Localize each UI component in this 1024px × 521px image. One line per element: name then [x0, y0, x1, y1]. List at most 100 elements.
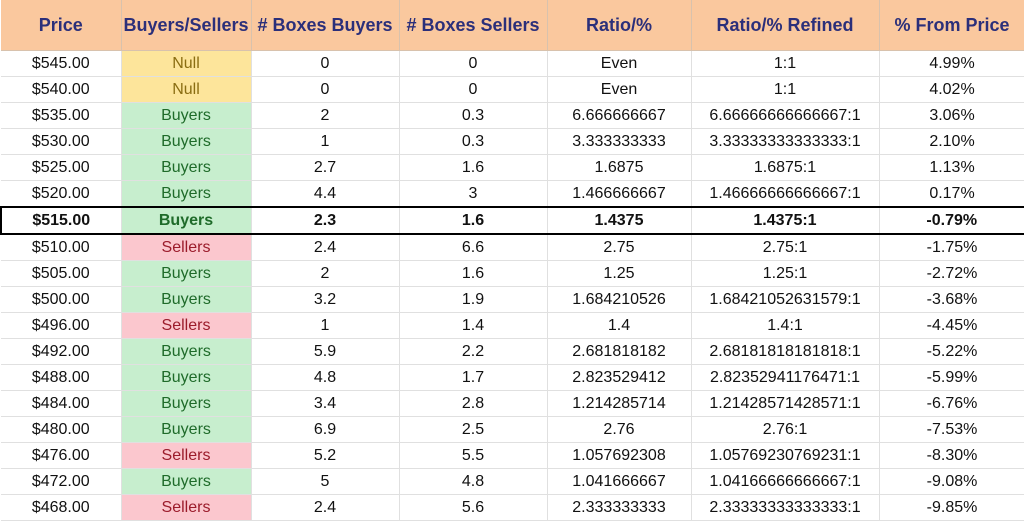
ratio-refined-cell[interactable]: 2.33333333333333:1: [691, 494, 880, 521]
buyers-sellers-cell[interactable]: Buyers: [121, 128, 252, 155]
boxes-sellers-cell[interactable]: 6.6: [399, 234, 548, 261]
buyers-sellers-cell[interactable]: Sellers: [121, 494, 252, 521]
ratio-cell[interactable]: 2.75: [547, 234, 692, 261]
ratio-refined-cell[interactable]: 1:1: [691, 76, 880, 103]
buyers-sellers-cell[interactable]: Buyers: [121, 180, 252, 208]
ratio-refined-cell[interactable]: 2.68181818181818:1: [691, 338, 880, 365]
boxes-sellers-cell[interactable]: 2.8: [399, 390, 548, 417]
buyers-sellers-cell[interactable]: Buyers: [121, 154, 252, 181]
boxes-buyers-cell[interactable]: 1: [251, 128, 400, 155]
from-price-cell[interactable]: 0.17%: [879, 180, 1024, 208]
ratio-cell[interactable]: 1.466666667: [547, 180, 692, 208]
price-cell[interactable]: $480.00: [1, 416, 122, 443]
ratio-cell[interactable]: 1.041666667: [547, 468, 692, 495]
ratio-cell[interactable]: Even: [547, 76, 692, 103]
ratio-cell[interactable]: 1.684210526: [547, 286, 692, 313]
buyers-sellers-cell[interactable]: Buyers: [121, 206, 252, 235]
boxes-buyers-cell[interactable]: 4.4: [251, 180, 400, 208]
boxes-sellers-cell[interactable]: 1.9: [399, 286, 548, 313]
ratio-refined-cell[interactable]: 6.66666666666667:1: [691, 102, 880, 129]
boxes-buyers-cell[interactable]: 0: [251, 76, 400, 103]
price-cell[interactable]: $468.00: [1, 494, 122, 521]
boxes-sellers-cell[interactable]: 0: [399, 76, 548, 103]
from-price-cell[interactable]: 3.06%: [879, 102, 1024, 129]
boxes-buyers-cell[interactable]: 3.4: [251, 390, 400, 417]
boxes-sellers-cell[interactable]: 5.6: [399, 494, 548, 521]
ratio-cell[interactable]: 2.681818182: [547, 338, 692, 365]
buyers-sellers-cell[interactable]: Buyers: [121, 260, 252, 287]
boxes-buyers-cell[interactable]: 4.8: [251, 364, 400, 391]
boxes-buyers-cell[interactable]: 0: [251, 50, 400, 77]
boxes-buyers-cell[interactable]: 2.4: [251, 234, 400, 261]
price-cell[interactable]: $505.00: [1, 260, 122, 287]
buyers-sellers-cell[interactable]: Buyers: [121, 416, 252, 443]
ratio-refined-cell[interactable]: 1.25:1: [691, 260, 880, 287]
price-cell[interactable]: $535.00: [1, 102, 122, 129]
boxes-sellers-cell[interactable]: 0.3: [399, 128, 548, 155]
ratio-cell[interactable]: 1.057692308: [547, 442, 692, 469]
header-buyers-sellers[interactable]: Buyers/Sellers: [121, 0, 252, 51]
ratio-cell[interactable]: 1.4: [547, 312, 692, 339]
from-price-cell[interactable]: 4.02%: [879, 76, 1024, 103]
buyers-sellers-cell[interactable]: Sellers: [121, 234, 252, 261]
price-cell[interactable]: $545.00: [1, 50, 122, 77]
ratio-cell[interactable]: Even: [547, 50, 692, 77]
boxes-sellers-cell[interactable]: 5.5: [399, 442, 548, 469]
header-price[interactable]: Price: [1, 0, 122, 51]
ratio-cell[interactable]: 2.76: [547, 416, 692, 443]
from-price-cell[interactable]: -4.45%: [879, 312, 1024, 339]
from-price-cell[interactable]: -9.08%: [879, 468, 1024, 495]
ratio-refined-cell[interactable]: 3.33333333333333:1: [691, 128, 880, 155]
price-cell[interactable]: $540.00: [1, 76, 122, 103]
header-boxes-buyers[interactable]: # Boxes Buyers: [251, 0, 400, 51]
ratio-refined-cell[interactable]: 1.05769230769231:1: [691, 442, 880, 469]
price-cell[interactable]: $500.00: [1, 286, 122, 313]
boxes-buyers-cell[interactable]: 1: [251, 312, 400, 339]
boxes-sellers-cell[interactable]: 1.7: [399, 364, 548, 391]
boxes-sellers-cell[interactable]: 1.6: [399, 154, 548, 181]
from-price-cell[interactable]: -5.22%: [879, 338, 1024, 365]
from-price-cell[interactable]: -1.75%: [879, 234, 1024, 261]
boxes-buyers-cell[interactable]: 5: [251, 468, 400, 495]
price-cell[interactable]: $476.00: [1, 442, 122, 469]
price-cell[interactable]: $520.00: [1, 180, 122, 208]
boxes-sellers-cell[interactable]: 4.8: [399, 468, 548, 495]
ratio-refined-cell[interactable]: 1.4375:1: [691, 206, 880, 235]
ratio-refined-cell[interactable]: 1.21428571428571:1: [691, 390, 880, 417]
from-price-cell[interactable]: -0.79%: [879, 206, 1024, 235]
ratio-refined-cell[interactable]: 1.4:1: [691, 312, 880, 339]
price-cell[interactable]: $484.00: [1, 390, 122, 417]
ratio-refined-cell[interactable]: 1:1: [691, 50, 880, 77]
header-ratio-refined[interactable]: Ratio/% Refined: [691, 0, 880, 51]
from-price-cell[interactable]: -2.72%: [879, 260, 1024, 287]
ratio-cell[interactable]: 1.6875: [547, 154, 692, 181]
price-cell[interactable]: $472.00: [1, 468, 122, 495]
boxes-sellers-cell[interactable]: 2.5: [399, 416, 548, 443]
boxes-sellers-cell[interactable]: 1.6: [399, 260, 548, 287]
ratio-refined-cell[interactable]: 1.6875:1: [691, 154, 880, 181]
boxes-sellers-cell[interactable]: 3: [399, 180, 548, 208]
ratio-cell[interactable]: 6.666666667: [547, 102, 692, 129]
buyers-sellers-cell[interactable]: Buyers: [121, 286, 252, 313]
price-cell[interactable]: $488.00: [1, 364, 122, 391]
ratio-refined-cell[interactable]: 2.75:1: [691, 234, 880, 261]
buyers-sellers-cell[interactable]: Buyers: [121, 102, 252, 129]
boxes-buyers-cell[interactable]: 6.9: [251, 416, 400, 443]
header-from-price[interactable]: % From Price: [879, 0, 1024, 51]
ratio-refined-cell[interactable]: 1.04166666666667:1: [691, 468, 880, 495]
from-price-cell[interactable]: -9.85%: [879, 494, 1024, 521]
ratio-cell[interactable]: 1.25: [547, 260, 692, 287]
buyers-sellers-cell[interactable]: Buyers: [121, 390, 252, 417]
from-price-cell[interactable]: -7.53%: [879, 416, 1024, 443]
buyers-sellers-cell[interactable]: Null: [121, 76, 252, 103]
ratio-cell[interactable]: 1.4375: [547, 206, 692, 235]
from-price-cell[interactable]: 4.99%: [879, 50, 1024, 77]
ratio-cell[interactable]: 3.333333333: [547, 128, 692, 155]
header-ratio[interactable]: Ratio/%: [547, 0, 692, 51]
price-cell[interactable]: $515.00: [0, 206, 122, 235]
from-price-cell[interactable]: -5.99%: [879, 364, 1024, 391]
boxes-buyers-cell[interactable]: 3.2: [251, 286, 400, 313]
boxes-buyers-cell[interactable]: 5.9: [251, 338, 400, 365]
from-price-cell[interactable]: -3.68%: [879, 286, 1024, 313]
from-price-cell[interactable]: -6.76%: [879, 390, 1024, 417]
